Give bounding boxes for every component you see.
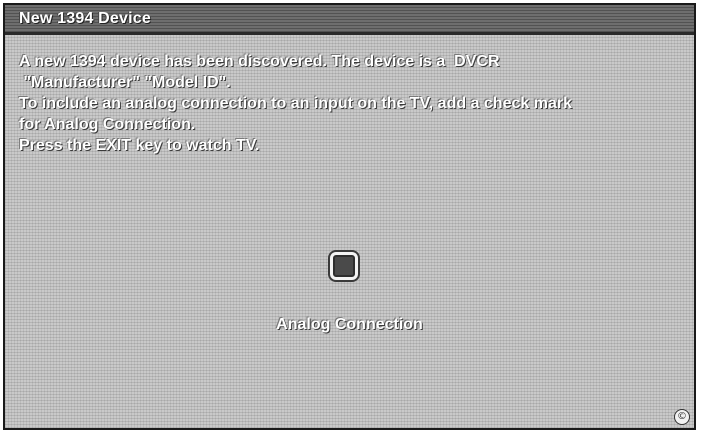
copyright-icon: © xyxy=(674,409,690,425)
message-line-3: To include an analog connection to an in… xyxy=(19,95,572,112)
message-line-1: A new 1394 device has been discovered. T… xyxy=(19,53,500,70)
message-line-5: Press the EXIT key to watch TV. xyxy=(19,137,260,154)
tv-dialog-window: New 1394 Device A new 1394 device has be… xyxy=(3,3,696,430)
dialog-title: New 1394 Device xyxy=(19,10,151,27)
message-line-4: for Analog Connection. xyxy=(19,116,196,133)
message-line-2: "Manufacturer" "Model ID". xyxy=(19,74,231,91)
analog-connection-label: Analog Connection xyxy=(276,316,423,333)
title-bar: New 1394 Device xyxy=(5,5,694,35)
analog-connection-checkbox[interactable] xyxy=(330,252,358,280)
dialog-message: A new 1394 device has been discovered. T… xyxy=(19,51,687,156)
